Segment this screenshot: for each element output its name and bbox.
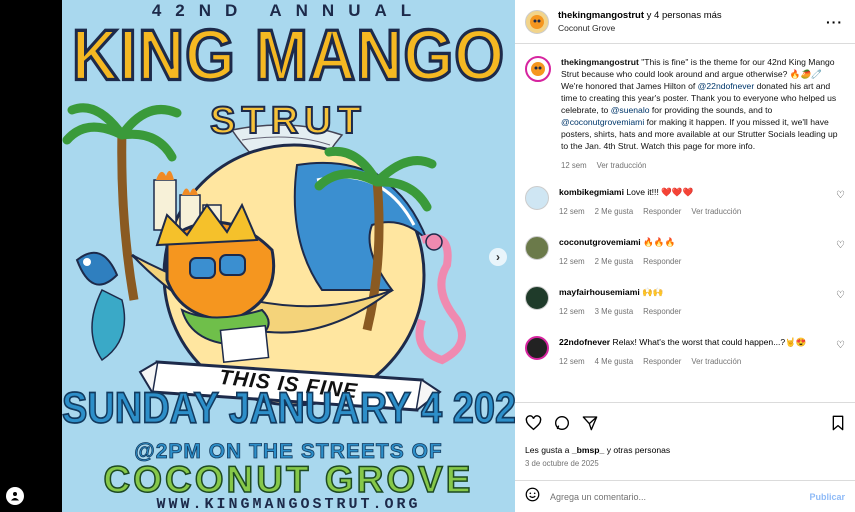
caption-translate-link[interactable]: Ver traducción <box>597 161 647 170</box>
commenter-avatar[interactable] <box>525 186 549 210</box>
reply-button[interactable]: Responder <box>643 257 681 266</box>
post-side-panel: thekingmangostrut y 4 personas más Cocon… <box>515 0 855 512</box>
publish-button[interactable]: Publicar <box>809 492 845 502</box>
poster-url: WWW.KINGMANGOSTRUT.ORG <box>156 496 421 512</box>
tagged-people-icon[interactable] <box>6 487 24 505</box>
comment-item: 22ndofnever Relax! What's the worst that… <box>515 336 855 368</box>
likes-user[interactable]: _bmsp_ <box>572 445 604 455</box>
share-icon[interactable] <box>582 415 598 431</box>
commenter-avatar[interactable] <box>525 336 549 360</box>
commenter-avatar[interactable] <box>525 286 549 310</box>
commenter-avatar[interactable] <box>525 236 549 260</box>
instagram-post-viewer: 42ND ANNUAL KING MANGO STRUT THIS IS FIN… <box>0 0 855 512</box>
commenter-username[interactable]: kombikegmiami <box>559 187 624 197</box>
caption-username[interactable]: thekingmangostrut <box>561 57 639 67</box>
commenter-username[interactable]: coconutgrovemiami <box>559 237 641 247</box>
comment-time: 12 sem <box>559 307 585 316</box>
comment-text: Relax! What's the worst that could happe… <box>612 337 807 347</box>
post-location[interactable]: Coconut Grove <box>558 22 722 35</box>
comment-item: mayfairhousemiami 🙌🙌 12 sem 3 Me gusta Res… <box>515 286 855 318</box>
like-comment-heart-icon[interactable]: ♡ <box>836 190 845 201</box>
like-comment-heart-icon[interactable]: ♡ <box>836 240 845 251</box>
comment-time: 12 sem <box>559 207 585 216</box>
comment-item: coconutgrovemiami 🔥🔥🔥 12 sem 2 Me gusta Re… <box>515 236 855 268</box>
author-avatar[interactable] <box>525 9 549 34</box>
comment-time: 12 sem <box>559 257 585 266</box>
author-username[interactable]: thekingmangostrut <box>558 10 644 21</box>
carousel-next-button[interactable]: › <box>489 248 507 266</box>
poster-title: KING MANGO <box>70 13 506 97</box>
caption-time: 12 sem <box>561 161 587 170</box>
caption-avatar[interactable] <box>525 56 551 82</box>
poster-date: SUNDAY JANUARY 4 2026 <box>62 384 515 434</box>
mention-suenalo[interactable]: @suenalo <box>611 105 650 115</box>
likes-summary[interactable]: Les gusta a _bmsp_ y otras personas <box>525 445 670 455</box>
like-comment-heart-icon[interactable]: ♡ <box>836 290 845 301</box>
comment-likes[interactable]: 2 Me gusta <box>595 257 634 266</box>
post-image[interactable]: 42ND ANNUAL KING MANGO STRUT THIS IS FIN… <box>62 0 515 512</box>
comment-time: 12 sem <box>559 357 585 366</box>
comment-text: 🙌🙌 <box>642 287 664 297</box>
post-caption: thekingmangostrut "This is fine" is the … <box>515 44 855 172</box>
translate-link[interactable]: Ver traducción <box>691 207 741 216</box>
more-options-icon[interactable]: ··· <box>826 14 843 30</box>
commenter-username[interactable]: mayfairhousemiami <box>559 287 640 297</box>
commenter-username[interactable]: 22ndofnever <box>559 337 610 347</box>
likes-prefix: Les gusta a <box>525 445 572 455</box>
post-header: thekingmangostrut y 4 personas más Cocon… <box>515 0 855 44</box>
comment-text: Love it!!! ❤️❤️❤️ <box>626 187 694 197</box>
poster-place: COCONUT GROVE <box>103 458 474 501</box>
reply-button[interactable]: Responder <box>643 357 681 366</box>
like-heart-icon[interactable] <box>525 414 542 431</box>
comment-likes[interactable]: 4 Me gusta <box>595 357 634 366</box>
reply-button[interactable]: Responder <box>643 307 681 316</box>
comment-likes[interactable]: 3 Me gusta <box>595 307 634 316</box>
translate-link[interactable]: Ver traducción <box>691 357 741 366</box>
mention-coconutgrovemiami[interactable]: @coconutgrovemiami <box>561 117 644 127</box>
comment-text: 🔥🔥🔥 <box>643 237 676 247</box>
like-comment-heart-icon[interactable]: ♡ <box>836 340 845 351</box>
post-date: 3 de octubre de 2025 <box>525 459 599 468</box>
comment-icon[interactable] <box>554 415 570 431</box>
bookmark-icon[interactable] <box>831 415 845 431</box>
reply-button[interactable]: Responder <box>643 207 681 216</box>
comment-input[interactable]: Agrega un comentario... <box>550 492 809 502</box>
post-action-bar <box>515 402 855 442</box>
emoji-icon[interactable] <box>525 487 540 507</box>
caption-text-3: for providing the sounds, and to <box>649 105 773 115</box>
likes-suffix: y otras personas <box>604 445 671 455</box>
chevron-right-icon: › <box>496 250 500 264</box>
poster-subtitle: STRUT <box>209 99 367 143</box>
comment-item: kombikegmiami Love it!!! ❤️❤️❤️ 12 sem 2 … <box>515 186 855 218</box>
collab-text[interactable]: y 4 personas más <box>647 10 722 21</box>
comment-composer: Agrega un comentario... Publicar <box>515 480 855 512</box>
mention-22ndofnever[interactable]: @22ndofnever <box>698 81 755 91</box>
comment-likes[interactable]: 2 Me gusta <box>595 207 634 216</box>
comments-scroll-area[interactable]: thekingmangostrut "This is fine" is the … <box>515 44 855 402</box>
